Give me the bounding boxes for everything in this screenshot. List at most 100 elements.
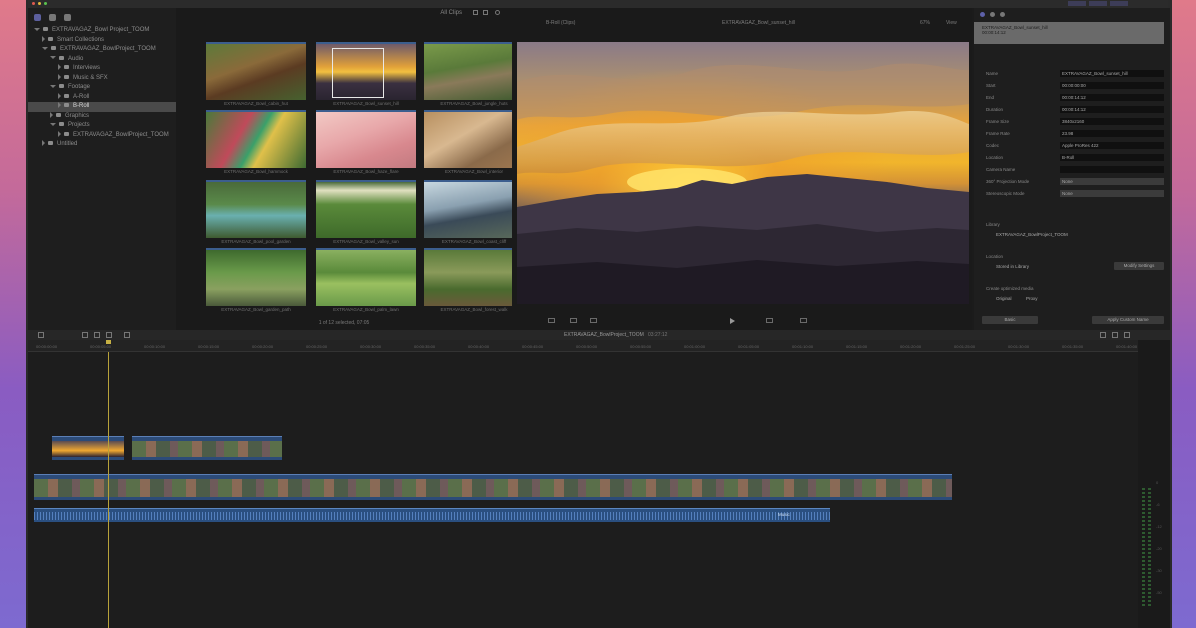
play-icon[interactable] bbox=[730, 318, 735, 324]
clip-thumbnail[interactable]: EXTRAVAGAZ_Bowl_pool_garden bbox=[206, 180, 306, 246]
timecode-display-icon[interactable] bbox=[766, 318, 773, 323]
inspector-row-value[interactable] bbox=[1060, 166, 1164, 173]
primary-storyline[interactable] bbox=[34, 474, 952, 500]
library-item[interactable]: Footage bbox=[28, 83, 176, 93]
append-clip-icon[interactable] bbox=[106, 332, 112, 338]
inspector-row-value[interactable]: B-Roll bbox=[1060, 154, 1164, 161]
view-options-icon[interactable] bbox=[548, 318, 555, 323]
color-icon[interactable] bbox=[590, 318, 597, 323]
inspector-row-value[interactable]: 3840x2160 bbox=[1060, 118, 1164, 125]
library-item[interactable]: Audio bbox=[28, 55, 176, 65]
fullscreen-icon[interactable] bbox=[800, 318, 807, 323]
search-icon[interactable] bbox=[495, 10, 500, 15]
disclosure-closed-icon[interactable] bbox=[50, 111, 53, 118]
clip-thumbnail[interactable]: EXTRAVAGAZ_Bowl_sunset_hill bbox=[316, 42, 416, 108]
select-tool-icon[interactable] bbox=[124, 332, 130, 338]
proxy-option[interactable]: Proxy bbox=[1026, 296, 1038, 301]
library-item[interactable]: EXTRAVAGAZ_BowlProject_TOOM bbox=[28, 130, 176, 141]
media-section-label: Create optimized media bbox=[986, 286, 1034, 291]
library-item[interactable]: Projects bbox=[28, 121, 176, 131]
transitions-browser-icon[interactable] bbox=[1124, 332, 1130, 338]
disclosure-open-icon[interactable] bbox=[50, 84, 56, 88]
timeline[interactable]: Music bbox=[28, 352, 1138, 628]
library-item[interactable]: Music & SFX bbox=[28, 73, 176, 84]
apply-custom-name-button[interactable]: Apply Custom Name bbox=[1092, 316, 1164, 324]
clip-thumbnail[interactable]: EXTRAVAGAZ_Bowl_haze_flare bbox=[316, 110, 416, 176]
disclosure-closed-icon[interactable] bbox=[42, 140, 45, 147]
clip-thumbnail[interactable]: EXTRAVAGAZ_Bowl_forest_walk bbox=[424, 248, 524, 314]
disclosure-closed-icon[interactable] bbox=[58, 73, 61, 80]
connected-clip-sunset[interactable] bbox=[52, 436, 124, 460]
connect-clip-icon[interactable] bbox=[82, 332, 88, 338]
inspector-row-value[interactable]: Apple ProRes 422 bbox=[1060, 142, 1164, 149]
clip-thumbnail[interactable]: EXTRAVAGAZ_Bowl_jungle_huts bbox=[424, 42, 524, 108]
inspector-row-value[interactable]: 23.98 bbox=[1060, 130, 1164, 137]
list-view-icon[interactable] bbox=[483, 10, 488, 15]
clip-thumbnail[interactable]: EXTRAVAGAZ_Bowl_hammock bbox=[206, 110, 306, 176]
clip-thumbnail[interactable]: EXTRAVAGAZ_Bowl_valley_sun bbox=[316, 180, 416, 246]
inspector-row-value[interactable]: None bbox=[1060, 190, 1164, 197]
disclosure-closed-icon[interactable] bbox=[58, 64, 61, 71]
library-item[interactable]: Graphics bbox=[28, 111, 176, 122]
metadata-view-dropdown[interactable]: Basic bbox=[982, 316, 1038, 324]
view-dropdown[interactable]: View bbox=[946, 20, 957, 26]
menu-bar bbox=[28, 0, 1168, 8]
timeline-ruler[interactable]: 00:00:00:00 00:00:05:00 00:00:10:00 00:00:1… bbox=[28, 340, 1138, 352]
zoom-dropdown[interactable]: 67% bbox=[920, 20, 930, 26]
inspector-row-value[interactable]: None bbox=[1060, 178, 1164, 185]
library-item-label: Projects bbox=[68, 122, 90, 128]
clip-thumbnail[interactable]: EXTRAVAGAZ_Bowl_interior bbox=[424, 110, 524, 176]
connected-clip-broll[interactable] bbox=[132, 436, 282, 460]
original-option[interactable]: Original bbox=[996, 296, 1012, 301]
info-tab-icon[interactable] bbox=[980, 12, 985, 17]
effects-browser-icon[interactable] bbox=[1112, 332, 1118, 338]
index-button[interactable] bbox=[38, 332, 44, 338]
library-item[interactable]: Untitled bbox=[28, 140, 176, 150]
inspector-row-value[interactable]: 00:00:00:00 bbox=[1060, 82, 1164, 89]
disclosure-open-icon[interactable] bbox=[50, 122, 56, 126]
close-window-icon[interactable] bbox=[32, 2, 35, 5]
import-button[interactable] bbox=[1068, 1, 1086, 6]
inspector-row-value[interactable]: EXTRAVAGAZ_Bowl_sunset_hill bbox=[1060, 70, 1164, 77]
disclosure-open-icon[interactable] bbox=[34, 27, 40, 31]
viewer-frame[interactable] bbox=[517, 42, 969, 304]
share-tab-icon[interactable] bbox=[990, 12, 995, 17]
clip-thumbnail[interactable]: EXTRAVAGAZ_Bowl_coast_cliff bbox=[424, 180, 524, 246]
clip-thumbnail[interactable]: EXTRAVAGAZ_Bowl_palm_lawn bbox=[316, 248, 416, 314]
clip-appearance-timeline-icon[interactable] bbox=[1100, 332, 1106, 338]
libraries-icon[interactable] bbox=[34, 13, 41, 21]
library-item[interactable]: Interviews bbox=[28, 64, 176, 74]
share-button[interactable] bbox=[1110, 1, 1128, 6]
disclosure-closed-icon[interactable] bbox=[58, 92, 61, 99]
clip-thumbnail[interactable]: EXTRAVAGAZ_Bowl_garden_path bbox=[206, 248, 306, 314]
photos-icon[interactable] bbox=[49, 13, 56, 21]
zoom-window-icon[interactable] bbox=[44, 2, 47, 5]
playhead-handle[interactable] bbox=[106, 340, 111, 344]
disclosure-closed-icon[interactable] bbox=[58, 102, 61, 109]
disclosure-closed-icon[interactable] bbox=[58, 130, 61, 137]
music-audio-clip[interactable]: Music bbox=[34, 508, 830, 522]
modify-settings-button[interactable]: Modify Settings bbox=[1114, 262, 1164, 270]
disclosure-open-icon[interactable] bbox=[42, 46, 48, 50]
keyword-button[interactable] bbox=[1089, 1, 1107, 6]
disclosure-closed-icon[interactable] bbox=[42, 35, 45, 42]
library-item[interactable]: Smart Collections bbox=[28, 35, 176, 46]
insert-clip-icon[interactable] bbox=[94, 332, 100, 338]
transform-icon[interactable] bbox=[570, 318, 577, 323]
titles-icon[interactable] bbox=[64, 13, 71, 21]
library-item[interactable]: EXTRAVAGAZ_BowlProject_TOOM bbox=[28, 45, 176, 55]
clip-thumbnail[interactable]: EXTRAVAGAZ_Bowl_cabin_hut bbox=[206, 42, 306, 108]
selection-range[interactable] bbox=[332, 48, 384, 98]
library-item[interactable]: EXTRAVAGAZ_Bowl Project_TOOM bbox=[28, 26, 176, 36]
libraries-toolbar bbox=[28, 8, 176, 26]
minimize-window-icon[interactable] bbox=[38, 2, 41, 5]
video-tab-icon[interactable] bbox=[1000, 12, 1005, 17]
clip-filter-dropdown[interactable]: All Clips bbox=[440, 10, 462, 16]
inspector-row-value[interactable]: 00:00:14:12 bbox=[1060, 106, 1164, 113]
library-item[interactable]: B-Roll bbox=[28, 102, 176, 112]
disclosure-open-icon[interactable] bbox=[50, 56, 56, 60]
library-item[interactable]: A-Roll bbox=[28, 92, 176, 103]
playhead[interactable] bbox=[108, 352, 109, 628]
inspector-row-value[interactable]: 00:00:14:12 bbox=[1060, 94, 1164, 101]
clip-appearance-icon[interactable] bbox=[473, 10, 478, 15]
